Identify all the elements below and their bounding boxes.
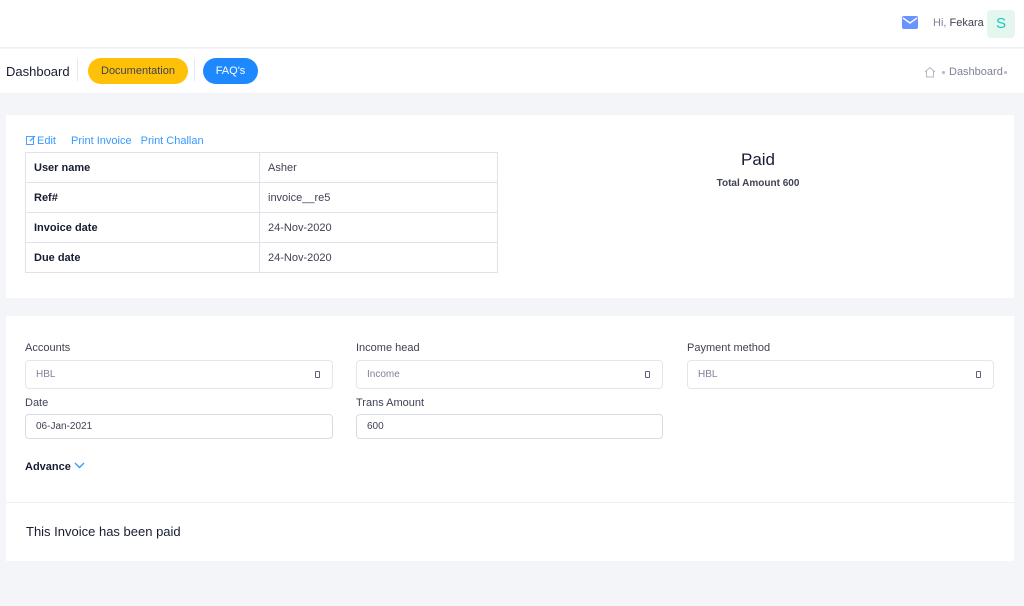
card-divider	[6, 502, 1014, 503]
paid-message: This Invoice has been paid	[26, 524, 181, 539]
income-head-label: Income head	[356, 342, 420, 354]
avatar[interactable]: S	[987, 10, 1015, 38]
accounts-label: Accounts	[25, 342, 71, 354]
page-title: Dashboard	[6, 64, 70, 79]
select-caret-icon	[976, 371, 981, 378]
documentation-button[interactable]: Documentation	[88, 58, 188, 84]
advance-toggle[interactable]: Advance	[25, 461, 85, 473]
accounts-value: HBL	[36, 369, 56, 380]
breadcrumb-separator	[942, 71, 945, 74]
faq-button[interactable]: FAQ's	[203, 58, 258, 84]
breadcrumb-item-dashboard[interactable]: Dashboard	[949, 66, 1003, 78]
user-greeting[interactable]: Hi, Fekara	[933, 17, 984, 29]
table-row: Invoice date 24-Nov-2020	[25, 212, 498, 243]
table-row: Ref# invoice__re5	[25, 182, 498, 213]
user-name: Fekara	[949, 17, 984, 29]
payment-method-label: Payment method	[687, 342, 771, 354]
row-label: Due date	[25, 242, 260, 273]
row-value: invoice__re5	[259, 182, 498, 213]
home-icon[interactable]	[924, 66, 936, 78]
print-challan-link[interactable]: Print Challan	[141, 135, 204, 147]
table-row: Due date 24-Nov-2020	[25, 242, 498, 273]
trans-amount-input[interactable]: 600	[356, 414, 663, 439]
greeting-prefix: Hi,	[933, 17, 947, 29]
income-head-value: Income	[367, 369, 400, 380]
envelope-icon[interactable]	[902, 16, 918, 29]
total-amount: Total Amount 600	[716, 178, 800, 189]
row-value: 24-Nov-2020	[259, 212, 498, 243]
edit-icon	[26, 135, 36, 145]
date-input[interactable]: 06-Jan-2021	[25, 414, 333, 439]
edit-link[interactable]: Edit	[26, 135, 62, 147]
invoice-details-table: User name Asher Ref# invoice__re5 Invoic…	[25, 152, 498, 273]
date-label: Date	[25, 397, 49, 409]
income-head-select[interactable]: Income	[356, 360, 663, 389]
payment-method-value: HBL	[698, 369, 718, 380]
row-label: User name	[25, 152, 260, 183]
subheader-separator	[194, 59, 195, 81]
select-caret-icon	[315, 371, 320, 378]
advance-label: Advance	[25, 461, 71, 473]
trans-amount-label: Trans Amount	[356, 397, 425, 409]
row-label: Ref#	[25, 182, 260, 213]
edit-label: Edit	[37, 135, 56, 147]
select-caret-icon	[645, 371, 650, 378]
row-value: Asher	[259, 152, 498, 183]
invoice-status: Paid	[740, 150, 776, 169]
subheader-separator	[77, 59, 78, 81]
breadcrumb-separator	[1004, 71, 1007, 74]
print-invoice-link[interactable]: Print Invoice	[71, 135, 132, 147]
row-label: Invoice date	[25, 212, 260, 243]
top-bar: Hi, Fekara S	[0, 0, 1024, 48]
invoice-actions: Edit Print Invoice Print Challan	[26, 135, 210, 147]
accounts-select[interactable]: HBL	[25, 360, 333, 389]
payment-method-select[interactable]: HBL	[687, 360, 994, 389]
chevron-down-icon	[74, 462, 85, 469]
row-value: 24-Nov-2020	[259, 242, 498, 273]
table-row: User name Asher	[25, 152, 498, 183]
